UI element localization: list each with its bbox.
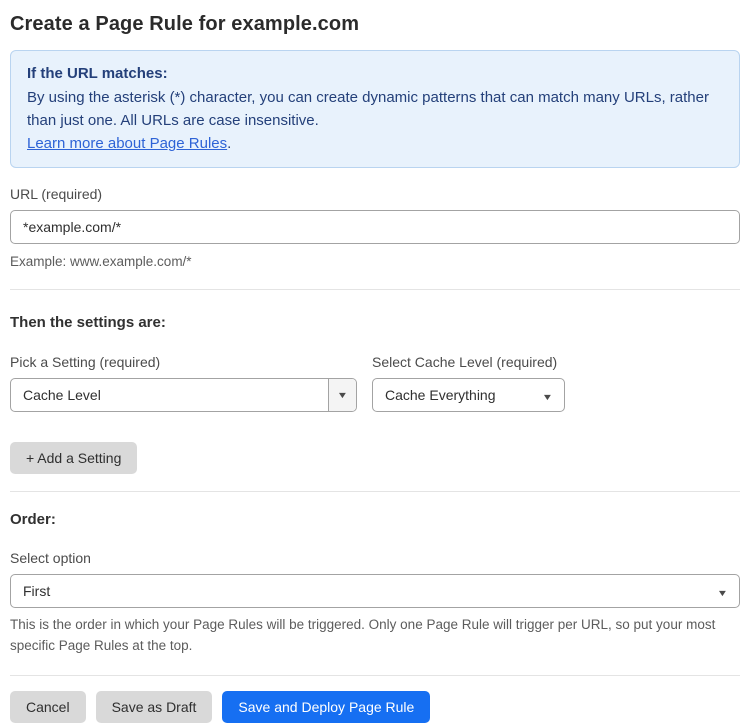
settings-row: Pick a Setting (required) Cache Level ▼ …: [10, 354, 740, 412]
order-select-arrow: ▼: [716, 583, 739, 599]
setting-picker-label: Pick a Setting (required): [10, 354, 161, 370]
cache-level-select[interactable]: Cache Everything ▼: [372, 378, 565, 412]
settings-section-heading: Then the settings are:: [10, 314, 166, 331]
setting-picker-column: Pick a Setting (required) Cache Level ▼: [10, 354, 357, 412]
cancel-button[interactable]: Cancel: [10, 691, 86, 723]
order-select-label: Select option: [10, 550, 91, 566]
footer-actions: Cancel Save as Draft Save and Deploy Pag…: [10, 691, 740, 723]
order-section-heading: Order:: [10, 511, 56, 528]
order-select[interactable]: First ▼: [10, 574, 740, 608]
page-rule-form: Create a Page Rule for example.com If th…: [0, 13, 750, 723]
url-input[interactable]: [10, 210, 740, 244]
setting-picker-select[interactable]: Cache Level ▼: [10, 378, 357, 412]
info-box-link-line: Learn more about Page Rules.: [27, 132, 723, 155]
info-box-body: By using the asterisk (*) character, you…: [27, 89, 709, 129]
chevron-down-icon: ▼: [716, 588, 729, 598]
cache-level-arrow: ▼: [541, 387, 564, 403]
add-setting-button[interactable]: + Add a Setting: [10, 442, 138, 474]
section-divider: [10, 289, 740, 290]
cache-level-label: Select Cache Level (required): [372, 354, 558, 370]
setting-picker-arrow-cell: ▼: [328, 379, 356, 411]
cache-level-value: Cache Everything: [385, 387, 496, 403]
info-box-heading: If the URL matches:: [27, 65, 168, 82]
save-and-deploy-button[interactable]: Save and Deploy Page Rule: [222, 691, 431, 723]
chevron-down-icon: ▼: [541, 392, 554, 402]
page-title: Create a Page Rule for example.com: [10, 13, 360, 35]
url-example-text: Example: www.example.com/*: [10, 254, 192, 269]
save-as-draft-button[interactable]: Save as Draft: [95, 691, 213, 723]
section-divider: [10, 491, 740, 492]
order-select-value: First: [23, 583, 51, 599]
cache-level-column: Select Cache Level (required) Cache Ever…: [372, 354, 565, 412]
order-description: This is the order in which your Page Rul…: [10, 617, 716, 653]
chevron-down-icon: ▼: [336, 389, 349, 400]
learn-more-link[interactable]: Learn more about Page Rules: [27, 135, 227, 152]
link-suffix: .: [227, 135, 232, 152]
url-field-label: URL (required): [10, 186, 103, 202]
setting-picker-value: Cache Level: [23, 387, 101, 403]
section-divider: [10, 675, 740, 676]
url-match-info-box: If the URL matches: By using the asteris…: [10, 50, 740, 168]
